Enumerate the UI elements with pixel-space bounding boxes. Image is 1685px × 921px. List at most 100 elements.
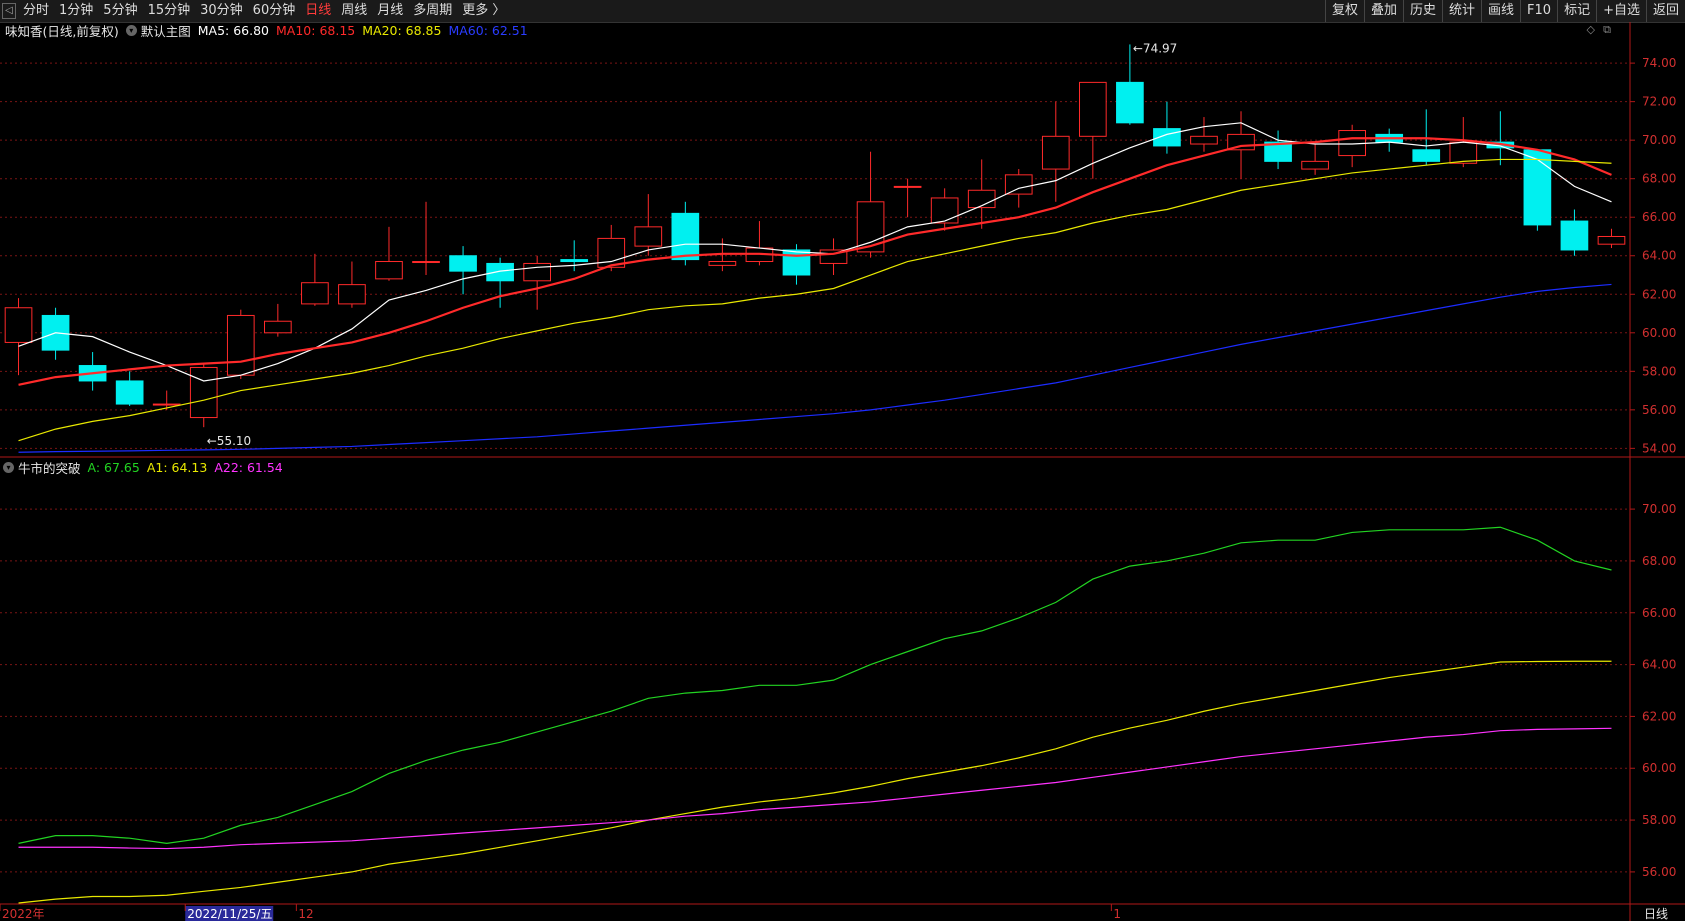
candle-body-10 [375,261,403,280]
candle-body-37 [1375,133,1404,143]
diamond-icon[interactable]: ◇ [1587,23,1595,36]
top-toolbar: ◁ 分时 1分钟 5分钟 15分钟 30分钟 60分钟 日线 周线 月线 多周期 更多 〉 复权 叠加… [0,0,1685,23]
candle-body-38 [1412,149,1441,162]
toolbar-button-2[interactable]: 历史 [1402,0,1442,22]
candle-body-40 [1486,141,1515,149]
indicator-line-2 [18,727,1612,850]
period-tab-7[interactable]: 周线 [336,0,372,22]
ma-line-1 [18,137,1612,386]
candle-body-30 [1116,81,1144,124]
candle-body-9 [338,284,366,305]
ma-legend-3: MA60: 62.51 [448,22,528,38]
candle-body-36 [1338,130,1366,157]
candle-body-39 [1449,141,1478,164]
candle-body-25 [930,197,959,224]
indicator-legend-2: A22: 61.54 [214,459,283,475]
sub-tick-label-6: 68.00 [1642,554,1676,568]
toolbar-button-4[interactable]: 画线 [1481,0,1520,22]
main-tick-label-10: 74.00 [1642,56,1676,70]
candle-body-22 [819,249,848,264]
sub-tick-label-5: 66.00 [1642,606,1676,620]
main-tick-label-3: 60.00 [1642,326,1676,340]
toolbar-button-1[interactable]: 叠加 [1363,0,1403,22]
candle-body-19 [708,261,737,266]
period-tab-10[interactable]: 更多 〉 [457,0,510,22]
candle-body-20 [745,247,774,263]
candle-body-7 [264,320,292,334]
main-tick-label-9: 72.00 [1642,95,1676,109]
period-tab-2[interactable]: 5分钟 [98,0,142,22]
candle-body-31 [1153,128,1181,147]
x-label-0: 2022年 [2,907,45,921]
candle-body-14 [523,262,551,282]
sub-tick-label-2: 60.00 [1642,761,1676,775]
candle-body-41 [1523,149,1552,226]
indicator-line-1 [18,660,1612,904]
candle-body-43 [1597,235,1626,245]
toolbar-button-3[interactable]: 统计 [1442,0,1481,22]
candle-body-24 [893,185,922,188]
indicator-dropdown-icon[interactable]: ▾ [3,461,14,473]
candle-body-21 [782,249,811,276]
candle-body-16 [597,237,626,268]
candle-body-4 [152,403,181,406]
toolbar-button-8[interactable]: 返回 [1645,0,1685,22]
candle-body-12 [449,255,477,272]
candle-body-2 [78,365,107,382]
price-annotation-1: ←55.10 [207,434,251,448]
candle-body-28 [1041,135,1070,170]
toolbar-button-5[interactable]: F10 [1520,0,1557,22]
period-tab-9[interactable]: 多周期 [408,0,457,22]
toolbar-button-6[interactable]: 标记 [1557,0,1596,22]
period-tab-0[interactable]: 分时 [18,0,54,22]
main-tick-label-0: 54.00 [1642,441,1676,455]
candle-body-18 [671,212,700,261]
candle-body-5 [189,366,218,419]
collapse-icon[interactable]: ◁ [2,3,16,19]
period-tab-4[interactable]: 30分钟 [195,0,248,22]
candle-body-11 [412,261,440,264]
sub-tick-label-7: 70.00 [1642,502,1676,516]
template-label[interactable]: 默认主图 [141,21,191,40]
candle-body-32 [1190,135,1218,145]
period-tab-5[interactable]: 60分钟 [248,0,301,22]
candle-body-34 [1264,141,1292,162]
indicator-name[interactable]: 牛市的突破 [18,458,81,477]
ma-line-0 [18,122,1612,382]
sub-tick-label-3: 62.00 [1642,709,1676,723]
main-tick-label-1: 56.00 [1642,403,1676,417]
window-icon[interactable]: ⧉ [1603,23,1611,37]
ma-line-3 [18,283,1612,453]
main-tick-label-5: 64.00 [1642,249,1676,263]
x-label-3: 1 [1113,907,1121,921]
main-tick-label-8: 70.00 [1642,133,1676,147]
candle-body-6 [226,314,255,376]
price-annotation-0: ←74.97 [1133,41,1177,55]
main-tick-label-7: 68.00 [1642,172,1676,186]
candle-body-15 [560,259,589,263]
stock-title: 味知香(日线,前复权) [5,23,119,39]
candle-body-3 [115,380,144,405]
sub-tick-label-0: 56.00 [1642,865,1676,879]
candle-body-29 [1079,81,1107,137]
candle-body-8 [301,282,329,305]
indicator-legend-0: A: 67.65 [87,459,140,475]
period-tab-1[interactable]: 1分钟 [54,0,98,22]
period-tab-6[interactable]: 日线 [300,0,336,22]
main-tick-label-6: 66.00 [1642,210,1676,224]
sub-tick-label-1: 58.00 [1642,813,1676,827]
candle-body-0 [4,307,33,343]
candle-body-27 [1004,174,1033,195]
candle-body-23 [856,201,885,253]
x-label-1: 2022/11/25/五 [187,907,272,921]
indicator-legend-1: A1: 64.13 [146,459,208,475]
toolbar-button-0[interactable]: 复权 [1324,0,1364,22]
period-tab-3[interactable]: 15分钟 [143,0,196,22]
period-tab-8[interactable]: 月线 [372,0,408,22]
main-chart-header: 味知香(日线,前复权) ▾ 默认主图 MA5: 66.80 MA10: 68.15… [0,21,542,39]
candle-body-42 [1560,220,1589,251]
ma-line-2 [18,158,1612,442]
candle-body-33 [1227,133,1255,151]
toolbar-button-7[interactable]: +自选 [1596,0,1646,22]
template-dropdown-icon[interactable]: ▾ [125,24,137,36]
